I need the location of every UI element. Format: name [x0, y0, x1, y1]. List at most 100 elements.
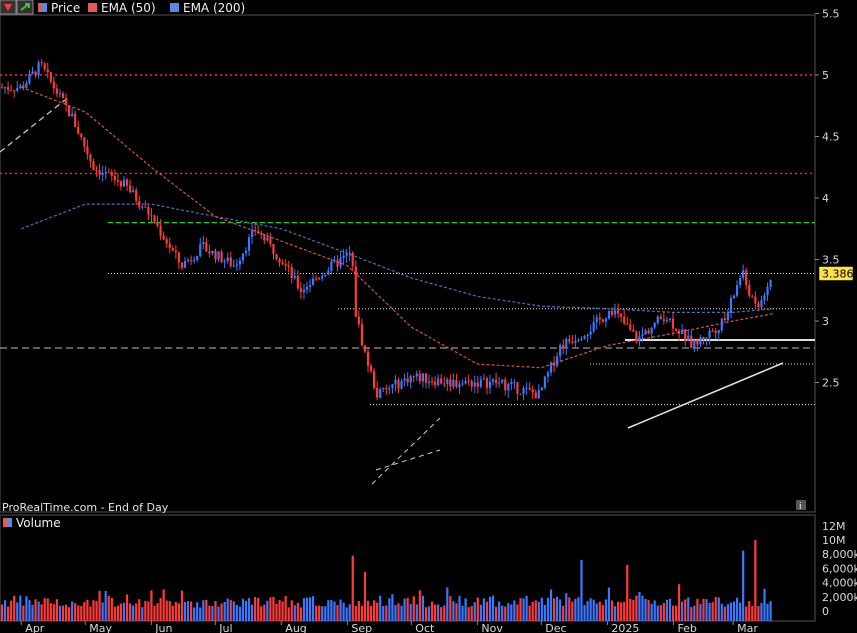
- volume-bar: [46, 598, 49, 621]
- volume-bar: [174, 602, 177, 621]
- candle-body: [681, 329, 684, 335]
- candle-body: [174, 250, 177, 253]
- candle-body: [613, 310, 617, 315]
- volume-bar: [513, 600, 516, 621]
- candle-body: [720, 318, 723, 331]
- volume-bar: [635, 595, 638, 621]
- volume-bar: [165, 600, 168, 621]
- candle-body: [540, 387, 543, 391]
- price-tick-label: 5: [822, 69, 829, 82]
- volume-bar: [287, 607, 290, 621]
- volume-bar: [412, 596, 415, 621]
- candle-body: [342, 255, 345, 259]
- candle-body: [571, 341, 574, 343]
- candle-body: [339, 258, 342, 267]
- volume-bar: [388, 598, 391, 621]
- volume-bar: [379, 595, 382, 621]
- volume-bar: [302, 598, 306, 621]
- volume-bar: [68, 607, 71, 621]
- candle-body: [388, 388, 391, 390]
- volume-tick-label: 10M: [822, 534, 846, 547]
- volume-bar: [119, 603, 123, 621]
- x-tick-label: May: [89, 622, 112, 633]
- volume-bar: [260, 606, 263, 621]
- volume-bar: [312, 596, 315, 621]
- candle-body: [513, 382, 516, 384]
- candle-body: [308, 285, 312, 287]
- volume-bar: [71, 601, 74, 621]
- volume-bar: [98, 590, 101, 621]
- volume-tick-label: 8,000k: [822, 548, 857, 561]
- candle-body: [580, 338, 583, 341]
- candle-body: [455, 380, 458, 387]
- volume-bar: [641, 595, 644, 621]
- candle-body: [653, 322, 656, 328]
- volume-bar: [568, 597, 571, 621]
- candle-body: [208, 251, 211, 254]
- candle-body: [266, 237, 269, 241]
- candle-body: [549, 362, 553, 373]
- candle-body: [177, 252, 180, 263]
- volume-bar: [205, 599, 208, 621]
- volume-bar: [610, 600, 614, 621]
- candle-body: [83, 137, 86, 147]
- volume-bar: [34, 599, 37, 621]
- volume-bar: [196, 602, 199, 621]
- candle-body: [403, 378, 406, 381]
- volume-bar: [437, 604, 440, 621]
- volume-bar: [373, 600, 376, 621]
- candle-body: [330, 261, 333, 271]
- volume-bar: [43, 598, 46, 621]
- candle-body: [55, 88, 58, 94]
- volume-bar: [754, 540, 757, 621]
- volume-bar: [28, 600, 31, 621]
- candle-body: [385, 387, 388, 389]
- volume-bar: [699, 603, 702, 621]
- volume-bar: [125, 594, 129, 621]
- volume-bar: [696, 598, 699, 621]
- candle-body: [217, 251, 220, 260]
- volume-bar: [254, 596, 257, 621]
- candle-body: [58, 93, 62, 95]
- candle-body: [92, 161, 95, 171]
- volume-bar: [659, 605, 662, 621]
- candle-body: [68, 105, 71, 117]
- candle-body: [522, 388, 525, 394]
- volume-bar: [214, 601, 217, 621]
- candle-body: [95, 170, 98, 172]
- volume-bar: [263, 604, 266, 621]
- volume-bar: [321, 606, 324, 621]
- volume-bar: [681, 601, 684, 621]
- chart-stage: 5.5 5 4.5 4 3.5 3 2.5 12M 10M 8,000k 6,000k 4,000k…: [0, 0, 857, 633]
- candle-body: [74, 113, 77, 127]
- volume-bar: [769, 601, 772, 621]
- candle-body: [287, 265, 290, 268]
- volume-bar: [662, 603, 665, 621]
- candle-body: [568, 339, 571, 342]
- candle-body: [583, 336, 586, 339]
- candle-body: [290, 267, 293, 279]
- candle-body: [711, 330, 714, 332]
- candle-body: [525, 387, 528, 389]
- volume-bar: [723, 606, 726, 621]
- volume-bar: [202, 600, 205, 621]
- volume-bar: [49, 603, 52, 621]
- candle-body: [708, 330, 711, 338]
- volume-bar: [180, 590, 184, 621]
- volume-bar: [522, 598, 525, 621]
- candle-body: [488, 381, 492, 388]
- volume-tick-label: 2,000k: [822, 591, 857, 604]
- volume-bar: [519, 598, 522, 621]
- volume-bar: [141, 607, 144, 621]
- candle-body: [119, 181, 123, 187]
- x-tick-label: Mar: [737, 622, 758, 633]
- volume-bar: [461, 605, 464, 621]
- info-icon[interactable]: i: [796, 500, 806, 512]
- volume-bar: [7, 606, 10, 621]
- volume-bar: [363, 571, 367, 621]
- candle-body: [595, 317, 598, 323]
- candle-body: [620, 313, 623, 317]
- candle-body: [205, 242, 208, 252]
- candle-body: [223, 260, 226, 263]
- candle-body: [296, 275, 299, 289]
